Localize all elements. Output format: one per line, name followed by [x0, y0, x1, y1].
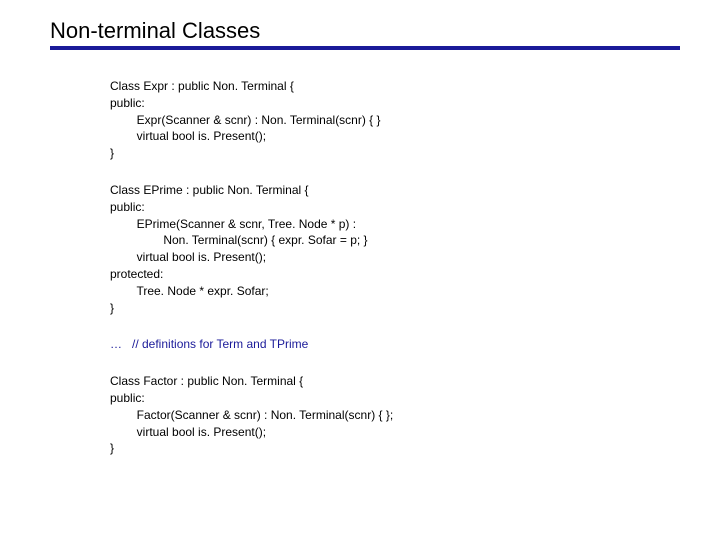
code-line: } — [110, 441, 114, 455]
code-line: } — [110, 301, 114, 315]
code-block-eprime: Class EPrime : public Non. Terminal { pu… — [110, 182, 680, 316]
code-line: Class EPrime : public Non. Terminal { — [110, 183, 309, 197]
slide-body: Class Expr : public Non. Terminal { publ… — [50, 78, 680, 457]
code-line: } — [110, 146, 114, 160]
slide-container: Non-terminal Classes Class Expr : public… — [0, 0, 720, 457]
code-line: virtual bool is. Present(); — [110, 425, 266, 439]
code-line: virtual bool is. Present(); — [110, 250, 266, 264]
title-underline — [50, 46, 680, 50]
slide-title: Non-terminal Classes — [50, 18, 680, 44]
code-line: EPrime(Scanner & scnr, Tree. Node * p) : — [110, 217, 356, 231]
code-note: … // definitions for Term and TPrime — [110, 336, 680, 353]
code-block-factor: Class Factor : public Non. Terminal { pu… — [110, 373, 680, 457]
code-line: protected: — [110, 267, 163, 281]
code-line: public: — [110, 391, 145, 405]
code-line: public: — [110, 200, 145, 214]
code-line: Factor(Scanner & scnr) : Non. Terminal(s… — [110, 408, 393, 422]
code-line: virtual bool is. Present(); — [110, 129, 266, 143]
code-line: Expr(Scanner & scnr) : Non. Terminal(scn… — [110, 113, 381, 127]
code-block-expr: Class Expr : public Non. Terminal { publ… — [110, 78, 680, 162]
code-line: Tree. Node * expr. Sofar; — [110, 284, 269, 298]
code-line: Class Factor : public Non. Terminal { — [110, 374, 303, 388]
code-line: public: — [110, 96, 145, 110]
code-line: Non. Terminal(scnr) { expr. Sofar = p; } — [110, 233, 368, 247]
code-line: Class Expr : public Non. Terminal { — [110, 79, 294, 93]
